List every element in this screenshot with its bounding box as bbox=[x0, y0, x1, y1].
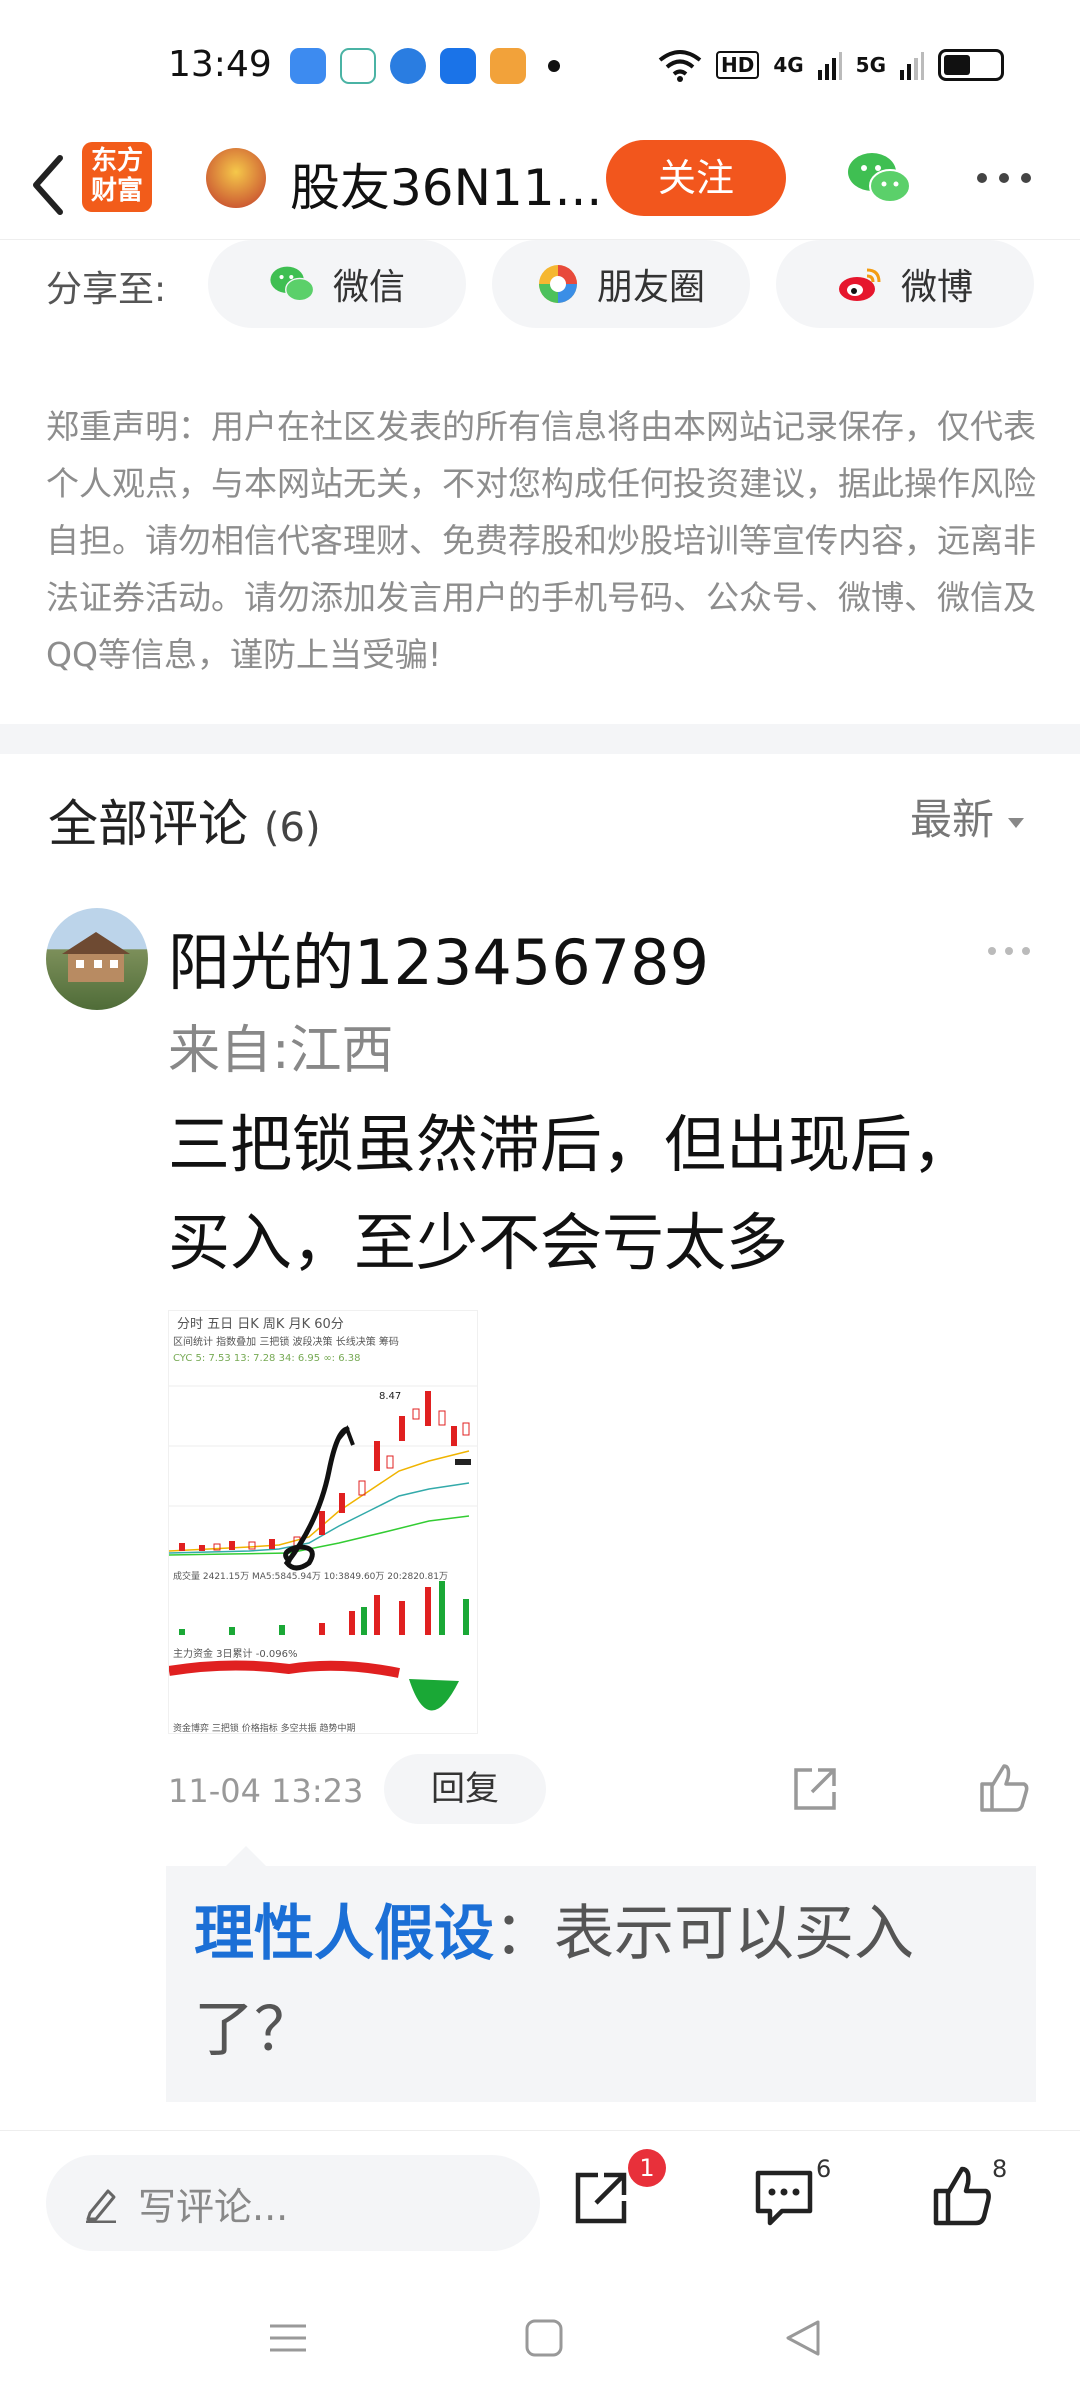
home-nav-icon[interactable] bbox=[524, 2318, 564, 2358]
battery-icon bbox=[938, 49, 1004, 81]
share-weibo-button[interactable]: 微博 bbox=[776, 240, 1034, 328]
share-weibo-label: 微博 bbox=[900, 267, 973, 308]
share-badge: 1 bbox=[628, 2149, 666, 2187]
browser-app-icon bbox=[390, 48, 426, 84]
home-app-icon bbox=[340, 48, 376, 84]
comments-header: 全部评论 (6) bbox=[48, 784, 321, 856]
system-navigation-bar bbox=[0, 2280, 1080, 2400]
candlestick-chart: 8.47 bbox=[169, 1385, 477, 1711]
back-arrow-icon[interactable] bbox=[20, 150, 80, 220]
comments-title: 全部评论 bbox=[48, 795, 248, 853]
signal-4g-icon bbox=[817, 52, 842, 80]
more-notifications-dot bbox=[548, 60, 560, 72]
comment-like-icon[interactable] bbox=[978, 1762, 1032, 1816]
share-wechat-label: 微信 bbox=[332, 267, 405, 308]
sub-reply-author[interactable]: 理性人假设 bbox=[194, 1899, 494, 1969]
section-divider bbox=[0, 724, 1080, 754]
sub-reply-text: 理性人假设：表示可以买入了？ bbox=[194, 1886, 1014, 2078]
share-wechat-button[interactable]: 微信 bbox=[208, 240, 466, 328]
comment-body: 三把锁虽然滞后，但出现后，买入，至少不会亏太多 bbox=[168, 1108, 975, 1279]
hd-badge: HD bbox=[715, 51, 760, 79]
chart-peak-label: 8.47 bbox=[379, 1391, 401, 1402]
sort-dropdown[interactable]: 最新 bbox=[910, 786, 1025, 847]
write-comment-placeholder: 写评论... bbox=[138, 2184, 289, 2229]
pencil-icon bbox=[86, 2189, 116, 2223]
comment-share-icon[interactable] bbox=[790, 1764, 840, 1814]
like-post-icon[interactable] bbox=[930, 2165, 994, 2229]
comment-more-icon[interactable] bbox=[986, 944, 1032, 958]
chart-fund-flow: 主力资金 3日累计 -0.096% bbox=[173, 1649, 298, 1660]
commenter-name[interactable]: 阳光的123456789 bbox=[168, 912, 709, 1002]
commenter-avatar[interactable] bbox=[46, 908, 148, 1010]
wechat-share-icon[interactable] bbox=[846, 150, 912, 206]
app-notification-icon bbox=[290, 48, 326, 84]
commenter-location: 来自:江西 bbox=[168, 1021, 394, 1081]
moments-icon bbox=[538, 265, 577, 303]
comment-count-badge: 6 bbox=[816, 2155, 832, 2183]
dropdown-triangle-icon bbox=[1008, 817, 1025, 828]
bottom-action-bar: 写评论... 1 6 8 bbox=[0, 2130, 1080, 2280]
share-post-icon[interactable] bbox=[570, 2165, 634, 2229]
status-system-icons: HD 4G 5G bbox=[658, 48, 1004, 82]
signal-5g-icon bbox=[900, 52, 924, 80]
status-bar: 13:49 HD 4G 5G bbox=[0, 0, 1080, 130]
write-comment-input[interactable]: 写评论... bbox=[46, 2155, 540, 2251]
share-moments-label: 朋友圈 bbox=[596, 267, 705, 308]
author-avatar[interactable] bbox=[206, 148, 266, 208]
chart-volume: 成交量 2421.15万 MA5:5845.94万 10:3849.60万 20… bbox=[173, 1572, 448, 1582]
status-notification-icons bbox=[290, 48, 560, 84]
messenger-app-icon bbox=[440, 48, 476, 84]
signal-5g-label: 5G bbox=[855, 53, 886, 77]
share-label: 分享至: bbox=[46, 269, 167, 310]
page-title[interactable]: 股友36N11... bbox=[290, 148, 602, 220]
share-moments-button[interactable]: 朋友圈 bbox=[492, 240, 750, 328]
weibo-icon bbox=[838, 268, 881, 301]
eastmoney-logo[interactable]: 东方 财富 bbox=[82, 142, 152, 212]
reply-button[interactable]: 回复 bbox=[384, 1754, 546, 1824]
sort-label: 最新 bbox=[910, 795, 995, 844]
follow-button[interactable]: 关注 bbox=[606, 140, 786, 216]
more-options-icon[interactable] bbox=[974, 170, 1034, 186]
disclaimer-text: 郑重声明：用户在社区发表的所有信息将由本网站记录保存，仅代表个人观点，与本网站无… bbox=[46, 407, 1036, 674]
signal-4g-label: 4G bbox=[773, 53, 804, 77]
reply-box-pointer bbox=[226, 1846, 266, 1866]
comment-time: 11-04 13:23 bbox=[168, 1772, 364, 1810]
comments-count: (6) bbox=[263, 805, 321, 851]
comment-image-stock-chart[interactable]: 分时 五日 日K 周K 月K 60分 区间统计 指数叠加 三把锁 波段决策 长线… bbox=[168, 1310, 478, 1734]
comment-icon[interactable] bbox=[752, 2165, 816, 2229]
wifi-icon bbox=[658, 50, 702, 82]
share-row: 分享至: 微信 朋友圈 微博 bbox=[0, 240, 1080, 340]
video-app-icon bbox=[490, 48, 526, 84]
chart-bottom-tabs: 资金博弈 三把锁 价格指标 多空共振 趋势中期 bbox=[173, 1724, 356, 1734]
wechat-icon bbox=[270, 266, 315, 302]
sub-reply[interactable]: 理性人假设：表示可以买入了？ bbox=[166, 1866, 1036, 2102]
status-time: 13:49 bbox=[168, 44, 272, 85]
menu-nav-icon[interactable] bbox=[268, 2318, 308, 2358]
back-nav-icon[interactable] bbox=[782, 2318, 822, 2358]
like-count-badge: 8 bbox=[992, 2155, 1008, 2183]
